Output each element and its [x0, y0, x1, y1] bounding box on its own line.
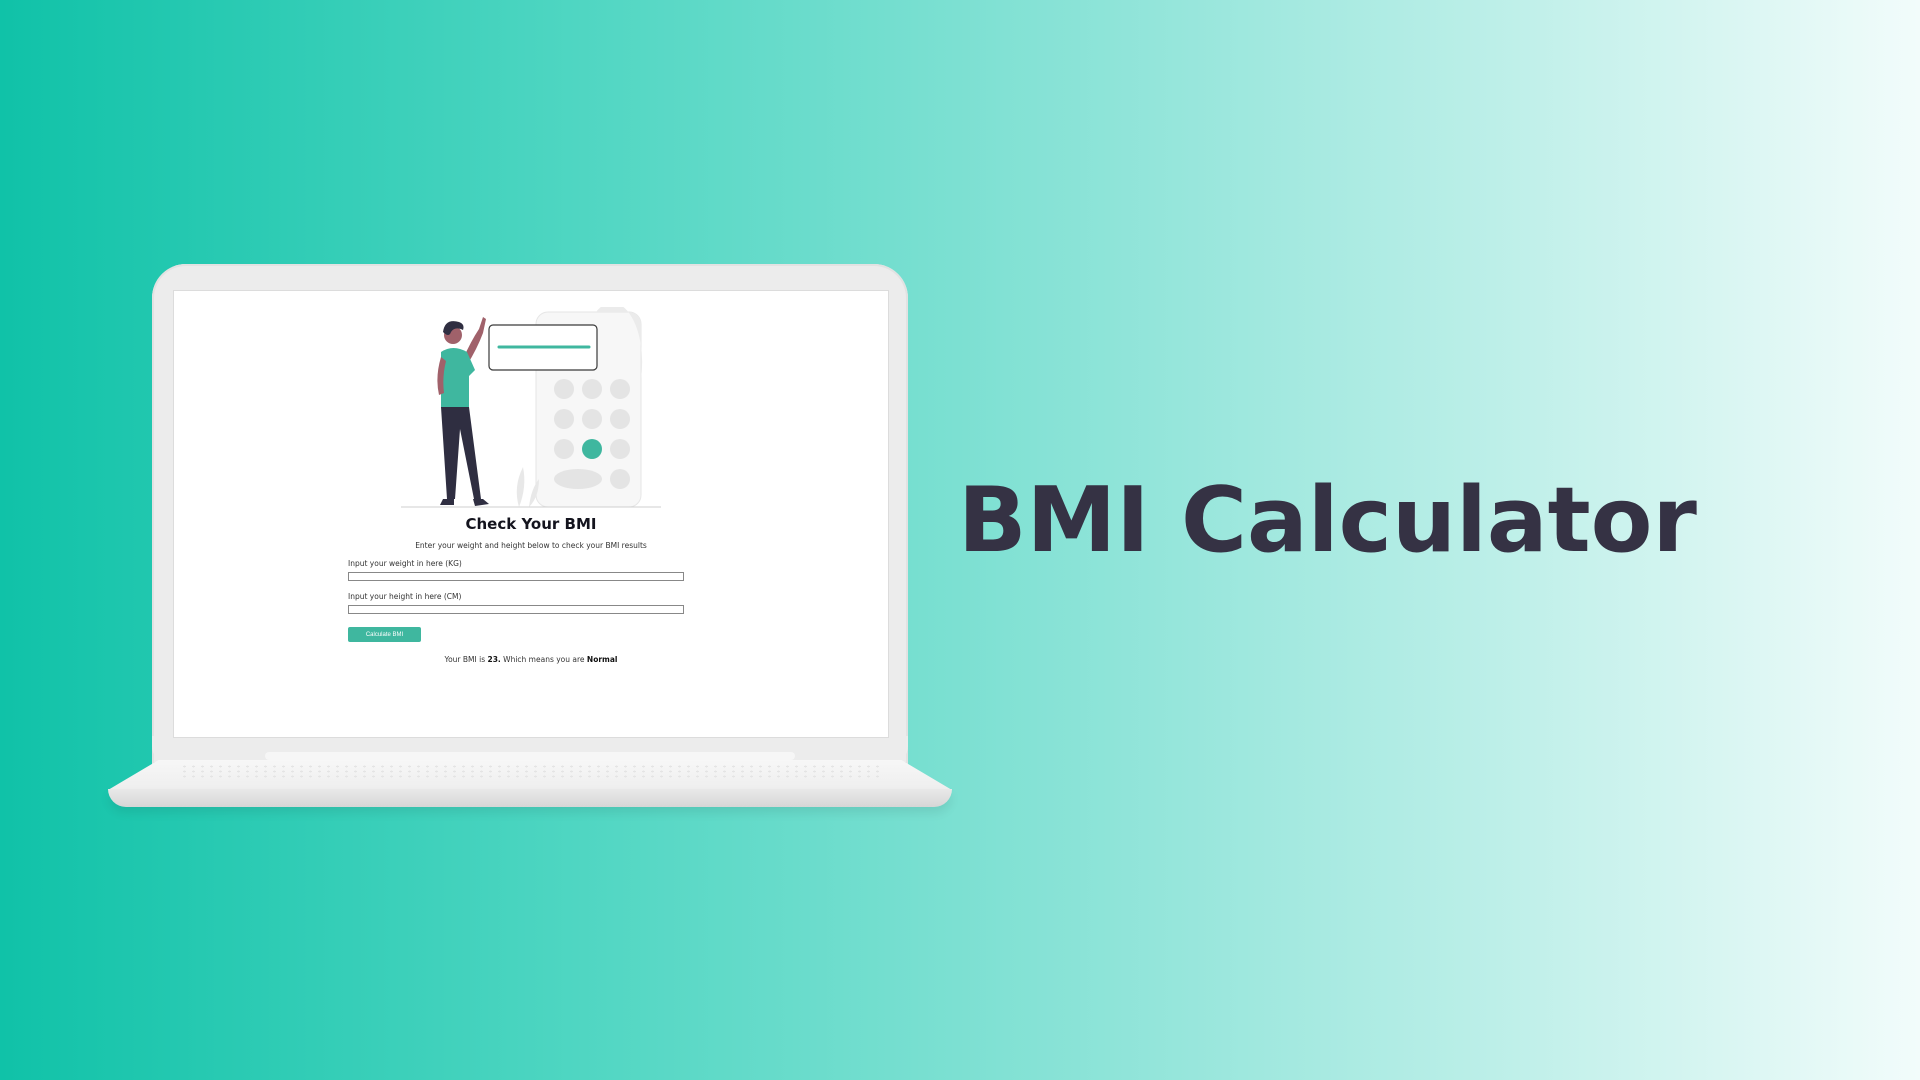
weight-input[interactable]	[348, 572, 684, 581]
laptop-base-front	[108, 789, 952, 807]
highlighted-key	[582, 439, 602, 459]
result-middle: Which means you are	[500, 655, 587, 664]
hero-title: BMI Calculator	[958, 468, 1697, 573]
result-prefix: Your BMI is	[444, 655, 488, 664]
height-input[interactable]	[348, 605, 684, 614]
laptop-hinge	[265, 752, 795, 760]
person-legs	[441, 407, 481, 499]
app-subtitle: Enter your weight and height below to ch…	[415, 541, 647, 550]
result-category: Normal	[586, 655, 618, 664]
height-label: Input your height in here (CM)	[348, 592, 462, 601]
weight-label: Input your weight in here (KG)	[348, 559, 462, 568]
app-title: Check Your BMI	[465, 515, 597, 533]
calculate-bmi-button[interactable]: Calculate BMI	[348, 627, 421, 642]
bmi-result: Your BMI is 23. Which means you are Norm…	[174, 655, 888, 664]
laptop-screen: Check Your BMI Enter your weight and hei…	[173, 290, 889, 738]
result-value: 23.	[487, 655, 501, 664]
person-calculator-illustration	[401, 307, 661, 508]
laptop-keys	[180, 764, 880, 778]
